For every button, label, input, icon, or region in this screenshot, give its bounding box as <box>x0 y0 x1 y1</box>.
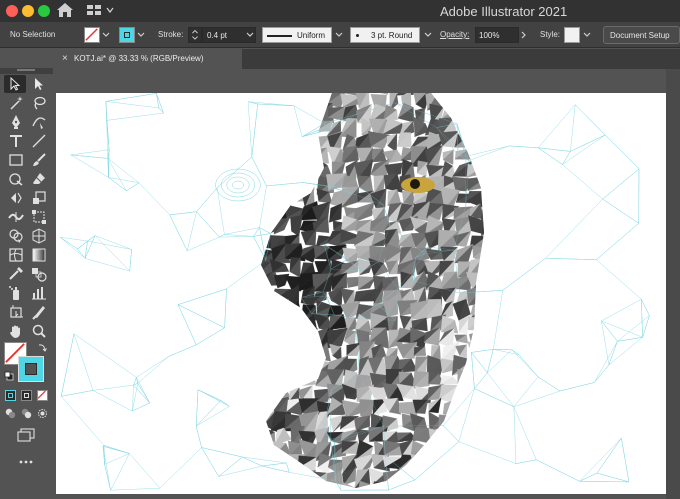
selection-tool-icon[interactable] <box>4 75 26 93</box>
mesh-tool-icon[interactable] <box>8 247 24 263</box>
paintbrush-tool-icon[interactable] <box>31 152 47 168</box>
chevron-down-icon[interactable] <box>137 28 145 42</box>
home-icon[interactable] <box>56 2 74 18</box>
profile-label: Uniform <box>297 31 326 40</box>
gradient-mode-button[interactable] <box>21 390 32 401</box>
eraser-tool-icon[interactable] <box>31 171 47 187</box>
document-tab-label: KOTJ.ai* @ 33.33 % (RGB/Preview) <box>74 54 204 63</box>
zoom-tool-icon[interactable] <box>31 323 47 339</box>
free-transform-tool-icon[interactable] <box>31 209 47 225</box>
minimize-window-button[interactable] <box>22 5 34 17</box>
none-mode-button[interactable] <box>37 390 48 401</box>
lion-lowpoly-artwork <box>60 93 650 491</box>
chevron-down-icon[interactable] <box>246 28 254 42</box>
scale-tool-icon[interactable] <box>31 190 47 206</box>
chevron-down-icon[interactable] <box>335 28 343 42</box>
close-window-button[interactable] <box>6 5 18 17</box>
rectangle-tool-icon[interactable] <box>8 152 24 168</box>
fill-swatch[interactable] <box>84 27 100 43</box>
hand-tool-icon[interactable] <box>8 323 24 339</box>
column-graph-tool-icon[interactable] <box>31 285 47 301</box>
style-label: Style: <box>540 30 561 39</box>
gradient-tool-icon[interactable] <box>31 247 47 263</box>
brush-label: 3 pt. Round <box>371 31 413 40</box>
line-segment-tool-icon[interactable] <box>31 133 47 149</box>
stroke-swatch[interactable] <box>119 27 135 43</box>
artboard-tool-icon[interactable] <box>8 304 24 320</box>
graphic-style-swatch[interactable] <box>564 27 580 43</box>
screen-mode-icon[interactable] <box>17 428 35 442</box>
draw-inside-icon[interactable] <box>37 408 48 419</box>
symbol-sprayer-tool-icon[interactable] <box>8 285 24 301</box>
slice-tool-icon[interactable] <box>31 304 47 320</box>
app-title: Adobe Illustrator 2021 <box>440 4 568 19</box>
type-tool-icon[interactable] <box>8 133 24 149</box>
chevron-down-icon[interactable] <box>583 28 591 42</box>
default-fill-stroke-icon[interactable] <box>4 371 14 381</box>
document-setup-button[interactable]: Document Setup <box>603 26 680 44</box>
lasso-tool-icon[interactable] <box>31 95 47 111</box>
variable-width-profile-dropdown[interactable]: Uniform <box>262 27 332 43</box>
tools-panel <box>0 68 53 499</box>
workspace-switcher-icon[interactable] <box>86 3 118 17</box>
swap-fill-stroke-icon[interactable] <box>37 342 47 352</box>
vertical-scrollbar[interactable] <box>666 69 680 499</box>
document-setup-label: Document Setup <box>610 31 670 40</box>
more-tools-icon[interactable] <box>18 456 34 464</box>
eyedropper-tool-icon[interactable] <box>8 266 24 282</box>
zoom-window-button[interactable] <box>38 5 50 17</box>
chevron-down-icon[interactable] <box>102 28 110 42</box>
color-mode-button[interactable] <box>5 390 16 401</box>
draw-behind-icon[interactable] <box>21 408 32 419</box>
stroke-color-box[interactable] <box>18 356 44 382</box>
artboard-canvas[interactable] <box>56 93 666 494</box>
chevron-right-icon[interactable] <box>520 28 528 42</box>
selection-status: No Selection <box>10 30 56 39</box>
stroke-weight-value: 0.4 pt <box>207 31 228 40</box>
opacity-value: 100% <box>479 31 500 40</box>
pen-tool-icon[interactable] <box>8 114 24 130</box>
curvature-tool-icon[interactable] <box>31 114 47 130</box>
opacity-field[interactable]: 100% <box>475 27 519 43</box>
shape-builder-tool-icon[interactable] <box>8 228 24 244</box>
chevron-down-icon[interactable] <box>424 28 432 42</box>
direct-selection-tool-icon[interactable] <box>31 76 47 92</box>
title-bar: Adobe Illustrator 2021 <box>0 0 680 22</box>
brush-definition-dropdown[interactable]: 3 pt. Round <box>350 27 420 43</box>
control-bar: No Selection Stroke: 0.4 pt Uniform 3 pt… <box>0 22 680 48</box>
close-tab-icon[interactable]: × <box>62 53 68 64</box>
stroke-label: Stroke: <box>158 30 184 39</box>
opacity-label[interactable]: Opacity: <box>440 30 469 39</box>
document-tab-bar: × KOTJ.ai* @ 33.33 % (RGB/Preview) <box>56 49 680 69</box>
shaper-tool-icon[interactable] <box>8 171 24 187</box>
blend-tool-icon[interactable] <box>31 266 47 282</box>
stroke-weight-stepper[interactable] <box>188 27 202 43</box>
width-tool-icon[interactable] <box>8 209 24 225</box>
magic-wand-tool-icon[interactable] <box>8 95 24 111</box>
rotate-tool-icon[interactable] <box>8 190 24 206</box>
document-tab[interactable]: × KOTJ.ai* @ 33.33 % (RGB/Preview) <box>56 49 242 69</box>
perspective-grid-tool-icon[interactable] <box>31 228 47 244</box>
draw-normal-icon[interactable] <box>5 408 16 419</box>
